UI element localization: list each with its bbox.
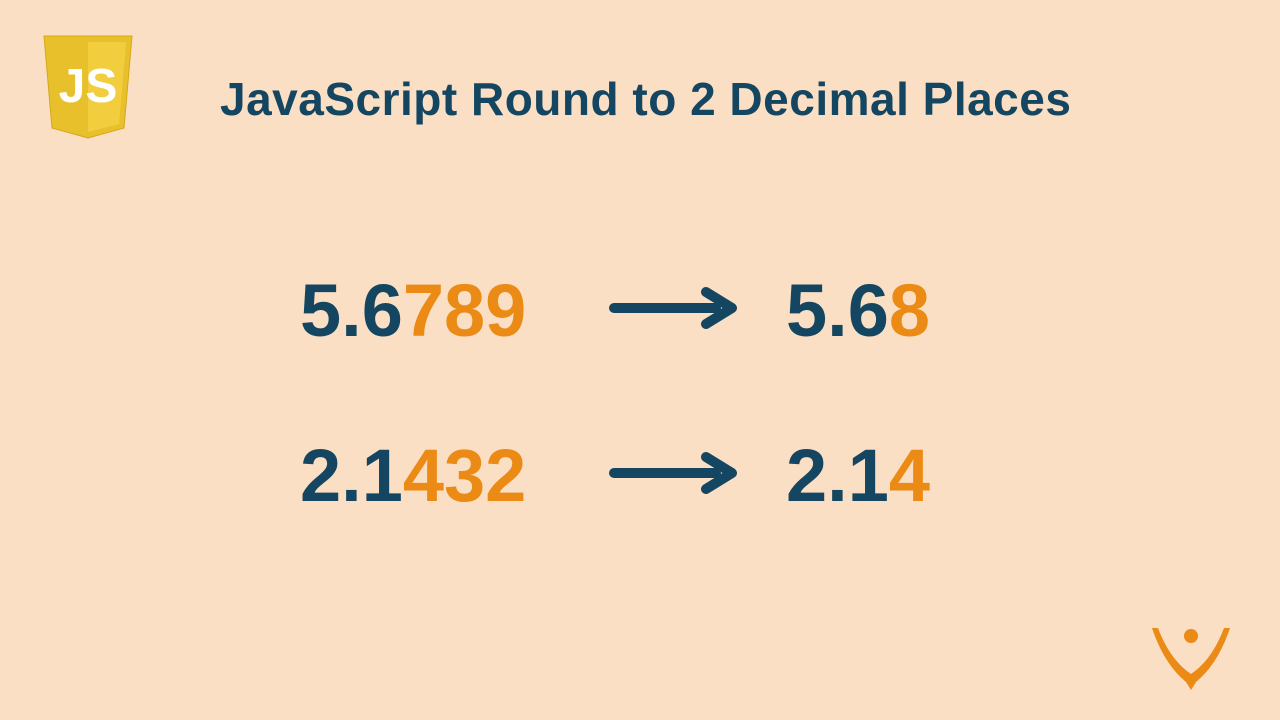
output-number: 2.14 (786, 433, 986, 518)
output-number: 5.68 (786, 268, 986, 353)
output-prefix: 2.1 (786, 434, 889, 517)
arrow-right-icon (608, 451, 738, 500)
example-row: 5.6789 5.68 (300, 268, 1020, 353)
output-highlight: 4 (889, 434, 930, 517)
output-highlight: 8 (889, 269, 930, 352)
input-highlight: 432 (403, 434, 526, 517)
example-row: 2.1432 2.14 (300, 433, 1020, 518)
input-highlight: 789 (403, 269, 526, 352)
input-prefix: 2.1 (300, 434, 403, 517)
input-number: 5.6789 (300, 268, 560, 353)
svg-text:JS: JS (59, 60, 118, 113)
examples-container: 5.6789 5.68 2.1432 2.14 (300, 268, 1020, 598)
javascript-logo-icon: JS (40, 32, 136, 140)
input-number: 2.1432 (300, 433, 560, 518)
input-prefix: 5.6 (300, 269, 403, 352)
brand-logo-icon (1146, 606, 1236, 696)
arrow-right-icon (608, 286, 738, 335)
output-prefix: 5.6 (786, 269, 889, 352)
page-title: JavaScript Round to 2 Decimal Places (220, 72, 1071, 126)
